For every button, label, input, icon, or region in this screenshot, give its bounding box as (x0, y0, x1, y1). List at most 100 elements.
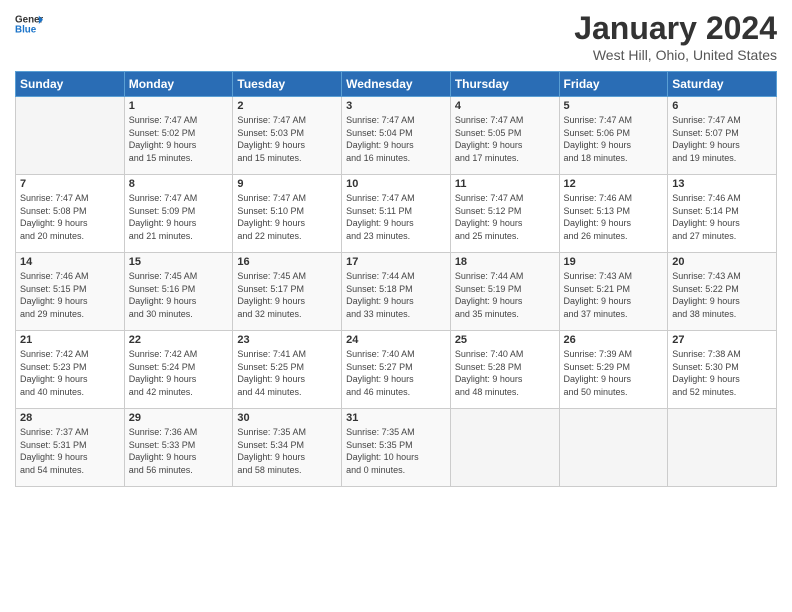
day-cell: 8 Sunrise: 7:47 AM Sunset: 5:09 PM Daylig… (124, 175, 233, 253)
day-number: 17 (346, 256, 446, 268)
day-number: 25 (455, 334, 555, 346)
day-info: Sunrise: 7:37 AM Sunset: 5:31 PM Dayligh… (20, 426, 120, 476)
day-info: Sunrise: 7:47 AM Sunset: 5:03 PM Dayligh… (237, 114, 337, 164)
day-cell: 28 Sunrise: 7:37 AM Sunset: 5:31 PM Dayli… (16, 409, 125, 487)
day-cell: 9 Sunrise: 7:47 AM Sunset: 5:10 PM Daylig… (233, 175, 342, 253)
day-info: Sunrise: 7:45 AM Sunset: 5:17 PM Dayligh… (237, 270, 337, 320)
day-number: 31 (346, 412, 446, 424)
header-cell-sunday: Sunday (16, 72, 125, 97)
day-cell: 24 Sunrise: 7:40 AM Sunset: 5:27 PM Dayli… (342, 331, 451, 409)
day-info: Sunrise: 7:43 AM Sunset: 5:21 PM Dayligh… (564, 270, 664, 320)
day-info: Sunrise: 7:44 AM Sunset: 5:18 PM Dayligh… (346, 270, 446, 320)
day-info: Sunrise: 7:42 AM Sunset: 5:24 PM Dayligh… (129, 348, 229, 398)
day-number: 21 (20, 334, 120, 346)
day-number: 4 (455, 100, 555, 112)
day-number: 12 (564, 178, 664, 190)
day-cell: 25 Sunrise: 7:40 AM Sunset: 5:28 PM Dayli… (450, 331, 559, 409)
day-info: Sunrise: 7:47 AM Sunset: 5:11 PM Dayligh… (346, 192, 446, 242)
day-number: 20 (672, 256, 772, 268)
day-cell: 18Sunrise: 7:44 AM Sunset: 5:19 PM Dayli… (450, 253, 559, 331)
day-number: 13 (672, 178, 772, 190)
day-info: Sunrise: 7:47 AM Sunset: 5:10 PM Dayligh… (237, 192, 337, 242)
day-number: 22 (129, 334, 229, 346)
day-info: Sunrise: 7:35 AM Sunset: 5:35 PM Dayligh… (346, 426, 446, 476)
week-row-0: 1 Sunrise: 7:47 AM Sunset: 5:02 PM Daylig… (16, 97, 777, 175)
calendar-table: SundayMondayTuesdayWednesdayThursdayFrid… (15, 71, 777, 487)
header-row: SundayMondayTuesdayWednesdayThursdayFrid… (16, 72, 777, 97)
day-cell: 30 Sunrise: 7:35 AM Sunset: 5:34 PM Dayli… (233, 409, 342, 487)
day-info: Sunrise: 7:47 AM Sunset: 5:07 PM Dayligh… (672, 114, 772, 164)
day-number: 30 (237, 412, 337, 424)
day-number: 15 (129, 256, 229, 268)
header-cell-wednesday: Wednesday (342, 72, 451, 97)
week-row-4: 28 Sunrise: 7:37 AM Sunset: 5:31 PM Dayli… (16, 409, 777, 487)
day-number: 26 (564, 334, 664, 346)
day-number: 14 (20, 256, 120, 268)
month-title: January 2024 (574, 10, 777, 47)
day-cell: 5 Sunrise: 7:47 AM Sunset: 5:06 PM Daylig… (559, 97, 668, 175)
week-row-1: 7Sunrise: 7:47 AM Sunset: 5:08 PM Daylig… (16, 175, 777, 253)
day-info: Sunrise: 7:47 AM Sunset: 5:12 PM Dayligh… (455, 192, 555, 242)
header-cell-thursday: Thursday (450, 72, 559, 97)
day-number: 24 (346, 334, 446, 346)
day-info: Sunrise: 7:45 AM Sunset: 5:16 PM Dayligh… (129, 270, 229, 320)
header-cell-saturday: Saturday (668, 72, 777, 97)
day-cell: 14 Sunrise: 7:46 AM Sunset: 5:15 PM Dayli… (16, 253, 125, 331)
page-container: General Blue January 2024 West Hill, Ohi… (0, 0, 792, 497)
day-number: 3 (346, 100, 446, 112)
day-cell: 27Sunrise: 7:38 AM Sunset: 5:30 PM Dayli… (668, 331, 777, 409)
day-cell: 15 Sunrise: 7:45 AM Sunset: 5:16 PM Dayli… (124, 253, 233, 331)
day-number: 10 (346, 178, 446, 190)
day-cell: 22 Sunrise: 7:42 AM Sunset: 5:24 PM Dayli… (124, 331, 233, 409)
day-info: Sunrise: 7:43 AM Sunset: 5:22 PM Dayligh… (672, 270, 772, 320)
day-cell: 21Sunrise: 7:42 AM Sunset: 5:23 PM Dayli… (16, 331, 125, 409)
day-number: 28 (20, 412, 120, 424)
calendar-body: 1 Sunrise: 7:47 AM Sunset: 5:02 PM Daylig… (16, 97, 777, 487)
logo-icon: General Blue (15, 10, 43, 38)
header-cell-tuesday: Tuesday (233, 72, 342, 97)
day-cell: 6 Sunrise: 7:47 AM Sunset: 5:07 PM Daylig… (668, 97, 777, 175)
day-number: 6 (672, 100, 772, 112)
day-number: 23 (237, 334, 337, 346)
day-number: 11 (455, 178, 555, 190)
day-info: Sunrise: 7:35 AM Sunset: 5:34 PM Dayligh… (237, 426, 337, 476)
day-cell: 10 Sunrise: 7:47 AM Sunset: 5:11 PM Dayli… (342, 175, 451, 253)
day-cell (668, 409, 777, 487)
day-cell: 7Sunrise: 7:47 AM Sunset: 5:08 PM Daylig… (16, 175, 125, 253)
day-info: Sunrise: 7:47 AM Sunset: 5:02 PM Dayligh… (129, 114, 229, 164)
day-info: Sunrise: 7:46 AM Sunset: 5:14 PM Dayligh… (672, 192, 772, 242)
week-row-2: 14 Sunrise: 7:46 AM Sunset: 5:15 PM Dayli… (16, 253, 777, 331)
day-info: Sunrise: 7:47 AM Sunset: 5:04 PM Dayligh… (346, 114, 446, 164)
calendar-header: SundayMondayTuesdayWednesdayThursdayFrid… (16, 72, 777, 97)
day-cell: 19Sunrise: 7:43 AM Sunset: 5:21 PM Dayli… (559, 253, 668, 331)
day-number: 8 (129, 178, 229, 190)
day-cell: 12Sunrise: 7:46 AM Sunset: 5:13 PM Dayli… (559, 175, 668, 253)
day-cell: 23Sunrise: 7:41 AM Sunset: 5:25 PM Dayli… (233, 331, 342, 409)
day-cell (559, 409, 668, 487)
day-cell: 1 Sunrise: 7:47 AM Sunset: 5:02 PM Daylig… (124, 97, 233, 175)
day-info: Sunrise: 7:40 AM Sunset: 5:28 PM Dayligh… (455, 348, 555, 398)
week-row-3: 21Sunrise: 7:42 AM Sunset: 5:23 PM Dayli… (16, 331, 777, 409)
day-cell: 17 Sunrise: 7:44 AM Sunset: 5:18 PM Dayli… (342, 253, 451, 331)
day-info: Sunrise: 7:47 AM Sunset: 5:06 PM Dayligh… (564, 114, 664, 164)
day-info: Sunrise: 7:40 AM Sunset: 5:27 PM Dayligh… (346, 348, 446, 398)
day-cell: 31 Sunrise: 7:35 AM Sunset: 5:35 PM Dayli… (342, 409, 451, 487)
day-info: Sunrise: 7:44 AM Sunset: 5:19 PM Dayligh… (455, 270, 555, 320)
title-area: January 2024 West Hill, Ohio, United Sta… (574, 10, 777, 63)
day-number: 2 (237, 100, 337, 112)
day-number: 16 (237, 256, 337, 268)
day-info: Sunrise: 7:46 AM Sunset: 5:15 PM Dayligh… (20, 270, 120, 320)
day-number: 27 (672, 334, 772, 346)
day-number: 9 (237, 178, 337, 190)
header: General Blue January 2024 West Hill, Ohi… (15, 10, 777, 63)
day-info: Sunrise: 7:47 AM Sunset: 5:05 PM Dayligh… (455, 114, 555, 164)
day-number: 1 (129, 100, 229, 112)
day-cell: 11 Sunrise: 7:47 AM Sunset: 5:12 PM Dayli… (450, 175, 559, 253)
day-info: Sunrise: 7:36 AM Sunset: 5:33 PM Dayligh… (129, 426, 229, 476)
day-info: Sunrise: 7:47 AM Sunset: 5:09 PM Dayligh… (129, 192, 229, 242)
day-number: 5 (564, 100, 664, 112)
day-number: 29 (129, 412, 229, 424)
day-cell: 26Sunrise: 7:39 AM Sunset: 5:29 PM Dayli… (559, 331, 668, 409)
header-cell-friday: Friday (559, 72, 668, 97)
day-cell: 2 Sunrise: 7:47 AM Sunset: 5:03 PM Daylig… (233, 97, 342, 175)
